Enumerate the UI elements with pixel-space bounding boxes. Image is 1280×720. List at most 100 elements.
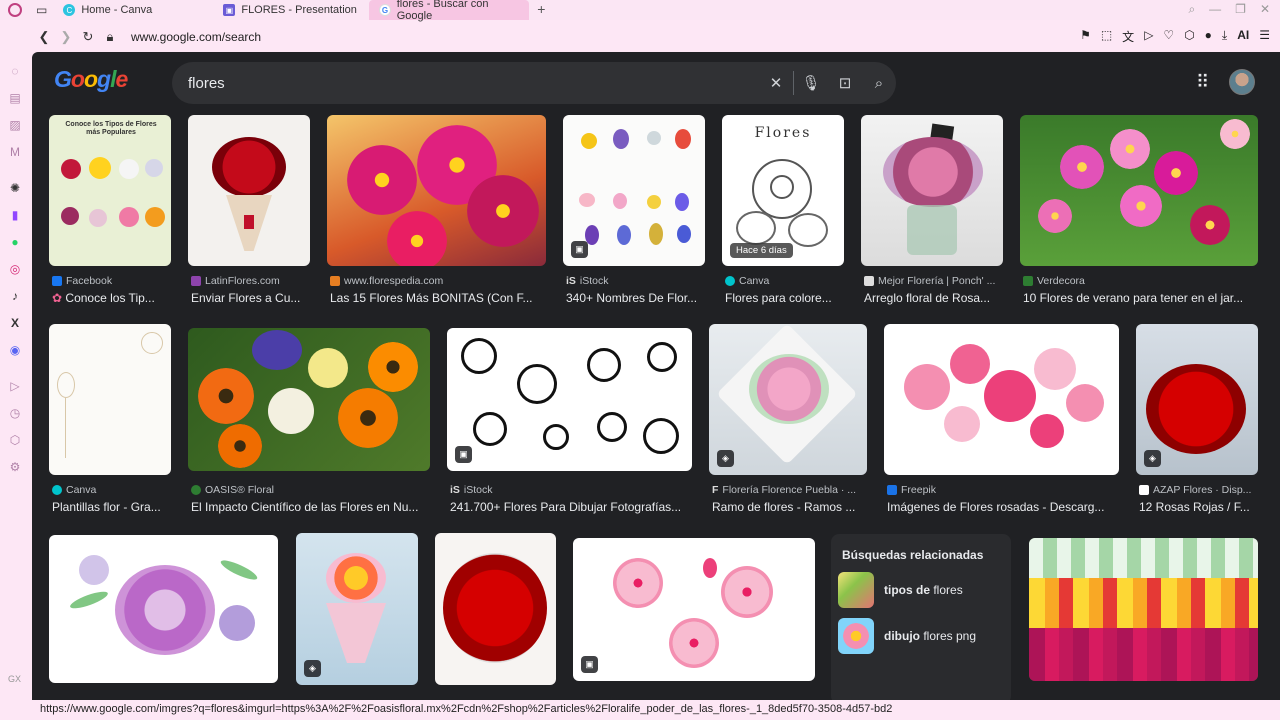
result-source[interactable]: LatinFlores.com <box>191 275 280 287</box>
tab-presentation[interactable]: ▣ FLORES - Presentation <box>213 0 369 20</box>
extensions-icon[interactable]: ⬡ <box>1184 28 1194 45</box>
result-thumbnail[interactable]: ▣ <box>573 538 815 681</box>
related-search-item[interactable]: tipos de flores <box>838 572 1011 608</box>
result-thumbnail[interactable]: ◈ <box>296 533 418 685</box>
maximize-icon[interactable]: ❐ <box>1235 2 1246 17</box>
gx-icon[interactable]: GX <box>8 674 21 684</box>
result-source[interactable]: AZAP Flores · Disp... <box>1139 484 1251 496</box>
google-apps-icon[interactable]: ⠿ <box>1196 72 1209 93</box>
result-caption[interactable]: 241.700+ Flores Para Dibujar Fotografías… <box>450 500 695 514</box>
aria-icon[interactable]: ◌ <box>7 63 23 79</box>
back-icon[interactable]: ❮ <box>33 29 55 45</box>
result-caption[interactable]: Arreglo floral de Rosa... <box>864 291 1006 305</box>
result-thumbnail[interactable] <box>435 533 556 685</box>
x-icon[interactable]: X <box>7 315 23 331</box>
result-thumbnail[interactable] <box>1020 115 1258 266</box>
extensions-sidebar-icon[interactable]: ⬡ <box>7 432 23 448</box>
result-thumbnail[interactable] <box>1029 538 1258 681</box>
url-field[interactable]: www.google.com/search <box>131 30 261 44</box>
search-input[interactable]: flores <box>188 75 759 92</box>
lock-icon[interactable]: 🔒︎ <box>99 29 121 45</box>
result-thumbnail[interactable] <box>49 535 278 683</box>
result-source[interactable]: F Florería Florence Puebla · ... <box>712 484 856 496</box>
player-icon[interactable]: ▷ <box>7 378 23 394</box>
discord-icon[interactable]: ◉ <box>7 342 23 358</box>
voice-search-icon[interactable]: 🎙︎ <box>794 74 828 92</box>
result-thumbnail[interactable] <box>188 328 430 471</box>
result-thumbnail[interactable]: Flores Hace 6 días <box>722 115 844 266</box>
result-source[interactable]: Freepik <box>887 484 936 496</box>
result-caption[interactable]: 10 Flores de verano para tener en el jar… <box>1023 291 1253 305</box>
result-source[interactable]: Verdecora <box>1023 275 1085 287</box>
result-source[interactable]: www.florespedia.com <box>330 275 443 287</box>
result-thumbnail[interactable]: ▣ <box>447 328 692 471</box>
status-bar-url: https://www.google.com/imgres?q=flores&i… <box>32 700 892 718</box>
close-icon[interactable]: ✕ <box>1260 2 1270 17</box>
result-source[interactable]: Canva <box>52 484 96 496</box>
history-icon[interactable]: ◷ <box>7 405 23 421</box>
result-thumbnail[interactable] <box>327 115 546 266</box>
result-source[interactable]: Facebook <box>52 275 112 287</box>
menu-icon[interactable]: ☰ <box>1259 28 1270 45</box>
translate-icon[interactable]: 文 <box>1122 28 1134 45</box>
result-thumbnail[interactable]: ◈ <box>1136 324 1258 475</box>
search-tabs-icon[interactable]: ⌕ <box>1188 2 1195 17</box>
browser-menu-button[interactable] <box>0 0 30 20</box>
search-box[interactable]: flores ✕ 🎙︎ ⊡ ⌕ <box>172 62 896 104</box>
related-search-item[interactable]: dibujo flores png <box>838 618 1011 654</box>
result-source[interactable]: Canva <box>725 275 769 287</box>
result-caption[interactable]: Imágenes de Flores rosadas - Descarg... <box>887 500 1122 514</box>
result-thumbnail[interactable]: Conoce los Tipos de Flores más Populares <box>49 115 171 266</box>
pinboard-icon[interactable]: ▨ <box>7 117 23 133</box>
tiktok-icon[interactable]: ♪ <box>7 288 23 304</box>
whatsapp-icon[interactable]: ● <box>7 234 23 250</box>
ai-icon[interactable]: AI <box>1237 28 1249 45</box>
result-caption[interactable]: Las 15 Flores Más BONITAS (Con F... <box>330 291 550 305</box>
minimize-icon[interactable]: — <box>1209 2 1221 17</box>
result-caption[interactable]: Enviar Flores a Cu... <box>191 291 316 305</box>
result-caption[interactable]: Plantillas flor - Gra... <box>52 500 174 514</box>
download-icon[interactable]: ⤓ <box>1222 28 1227 45</box>
result-caption[interactable]: 12 Rosas Rojas / F... <box>1139 500 1261 514</box>
result-caption[interactable]: ✿ Conoce los Tip... <box>52 291 172 305</box>
profile-icon[interactable]: ● <box>1205 28 1212 45</box>
result-thumbnail[interactable] <box>49 324 171 475</box>
result-caption[interactable]: El Impacto Científico de las Flores en N… <box>191 500 431 514</box>
result-source[interactable]: iS iStock <box>566 275 609 287</box>
result-thumbnail[interactable] <box>188 115 310 266</box>
result-caption[interactable]: Flores para colore... <box>725 291 847 305</box>
result-source[interactable]: iS iStock <box>450 484 493 496</box>
instagram-icon[interactable]: ◎ <box>7 261 23 277</box>
workspace-icon[interactable]: ▤ <box>7 90 23 106</box>
mail-icon[interactable]: M <box>7 144 23 160</box>
tab-switcher-button[interactable]: ▭ <box>30 0 53 20</box>
result-thumbnail[interactable] <box>884 324 1119 475</box>
bookmark-icon[interactable]: ⚑ <box>1080 28 1091 45</box>
google-logo[interactable]: Google <box>54 66 128 93</box>
tab-google-search[interactable]: G flores - Buscar con Google <box>369 0 530 22</box>
freepik-icon <box>887 485 897 495</box>
play-icon[interactable]: ▷ <box>1144 28 1153 45</box>
twitch-icon[interactable]: ▮ <box>7 207 23 223</box>
result-thumbnail[interactable] <box>861 115 1003 266</box>
new-tab-button[interactable]: + <box>533 2 549 18</box>
result-source[interactable]: OASIS® Floral <box>191 484 274 496</box>
tab-canva[interactable]: C Home - Canva <box>53 0 213 20</box>
screenshot-icon[interactable]: ⬚ <box>1101 28 1112 45</box>
result-source[interactable]: Mejor Florería | Ponch' ... <box>864 275 995 287</box>
reload-icon[interactable]: ↻ <box>77 29 99 45</box>
result-thumbnail[interactable]: ◈ <box>709 324 867 475</box>
result-thumbnail[interactable]: ▣ <box>563 115 705 266</box>
avatar[interactable] <box>1229 69 1255 95</box>
forward-icon[interactable]: ❯ <box>55 29 77 45</box>
result-caption[interactable]: 340+ Nombres De Flor... <box>566 291 708 305</box>
search-icon[interactable]: ⌕ <box>862 75 896 92</box>
result-caption[interactable]: Ramo de flores - Ramos ... <box>712 500 867 514</box>
settings-icon[interactable]: ⚙ <box>7 459 23 475</box>
google-images-page: Google flores ✕ 🎙︎ ⊡ ⌕ ⠿ Conoce los Tipo… <box>32 52 1280 700</box>
verdecora-icon <box>1023 276 1033 286</box>
clear-search-icon[interactable]: ✕ <box>759 74 793 92</box>
heart-icon[interactable]: ♡ <box>1163 28 1174 45</box>
chatgpt-icon[interactable]: ✺ <box>7 180 23 196</box>
lens-icon[interactable]: ⊡ <box>828 74 862 92</box>
